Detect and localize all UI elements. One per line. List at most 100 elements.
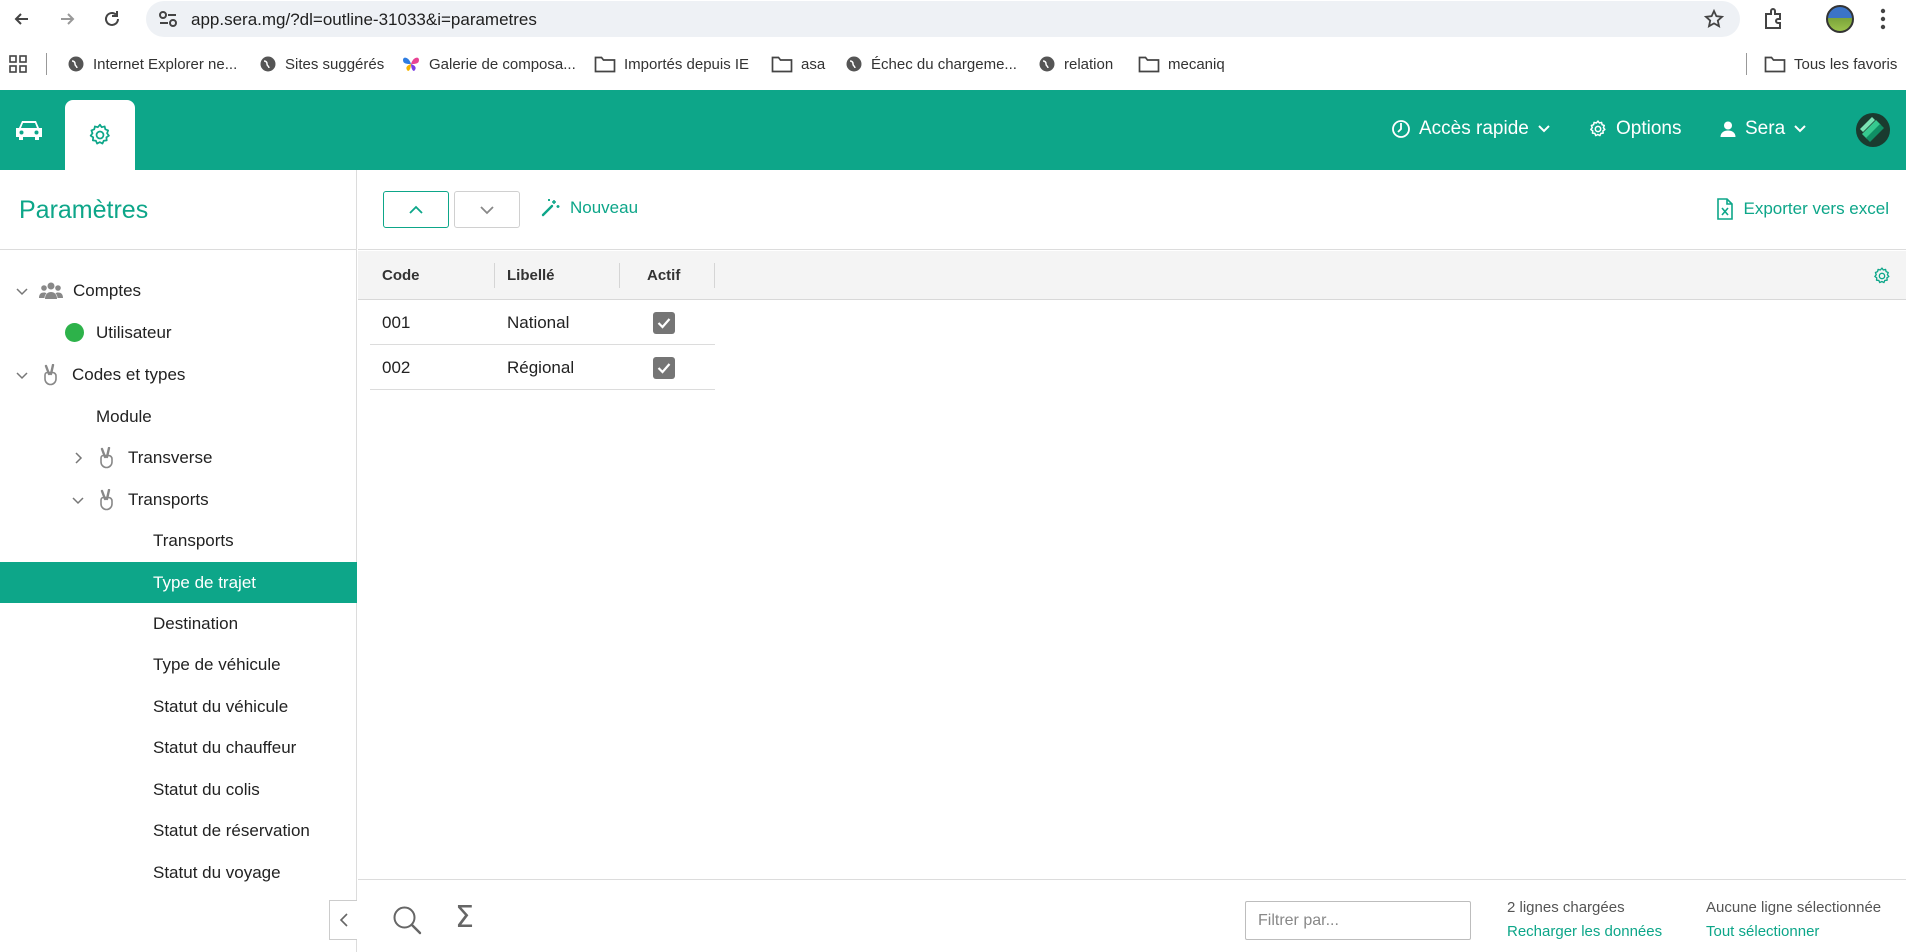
site-settings-icon[interactable]: [158, 10, 178, 28]
folder-icon: [771, 56, 793, 73]
column-header-libelle[interactable]: Libellé: [507, 251, 555, 300]
tree-node-destination[interactable]: Destination: [0, 603, 357, 644]
column-resizer[interactable]: [619, 263, 620, 288]
table-row[interactable]: 002 Régional: [370, 345, 715, 390]
bookmark-item[interactable]: relation: [1038, 53, 1113, 75]
move-down-button[interactable]: [454, 191, 520, 228]
cell-active: [653, 345, 675, 390]
bookmark-item[interactable]: Internet Explorer ne...: [67, 53, 237, 75]
user-menu[interactable]: Sera: [1719, 118, 1807, 140]
tree-node-transports[interactable]: Transports: [0, 520, 357, 561]
address-bar[interactable]: app.sera.mg/?dl=outline-31033&i=parametr…: [146, 1, 1740, 37]
cell-active: [653, 300, 675, 345]
peace-hand-icon: [44, 363, 57, 385]
butterfly-icon: [403, 57, 419, 71]
bookmark-item[interactable]: Sites suggérés: [259, 53, 384, 75]
chevron-up-icon: [409, 205, 423, 214]
extensions-icon[interactable]: [1760, 6, 1786, 32]
search-icon[interactable]: [392, 905, 422, 935]
url-text: app.sera.mg/?dl=outline-31033&i=parametr…: [191, 10, 537, 29]
check-icon: [657, 317, 671, 329]
move-up-button[interactable]: [383, 191, 449, 228]
collapse-sidebar-button[interactable]: [329, 900, 357, 940]
browser-toolbar: app.sera.mg/?dl=outline-31033&i=parametr…: [0, 0, 1906, 38]
active-checkbox[interactable]: [653, 356, 675, 379]
app-logo: [1856, 113, 1890, 147]
tree-node-transverse[interactable]: Transverse: [0, 437, 357, 478]
active-checkbox[interactable]: [653, 311, 675, 334]
chevron-down-icon: [1538, 125, 1550, 133]
column-resizer[interactable]: [494, 263, 495, 288]
users-icon: [39, 282, 63, 299]
sum-icon[interactable]: Σ: [455, 900, 474, 935]
sidebar: Paramètres Comptes Utilisateur Codes et …: [0, 170, 357, 952]
new-button[interactable]: Nouveau: [540, 198, 638, 218]
tree-node-type-de-trajet[interactable]: Type de trajet: [0, 562, 357, 603]
tree-node-module[interactable]: Module: [0, 396, 357, 437]
grid-settings-gear-icon[interactable]: [1872, 266, 1892, 286]
bookmarks-bar: Internet Explorer ne... Sites suggérés G…: [0, 38, 1906, 90]
chevron-down-icon: [480, 205, 494, 214]
table-row[interactable]: 001 National: [370, 300, 715, 345]
reload-data-link[interactable]: Recharger les données: [1507, 923, 1662, 940]
bookmark-folder[interactable]: Importés depuis IE: [594, 53, 749, 75]
excel-file-icon: [1716, 198, 1733, 220]
cell-label: Régional: [507, 357, 575, 377]
bookmarks-separator: [1746, 53, 1747, 75]
bookmark-star-icon[interactable]: [1704, 9, 1724, 29]
globe-icon: [260, 56, 276, 72]
tree-node-statut-du-chauffeur[interactable]: Statut du chauffeur: [0, 727, 357, 768]
filter-input[interactable]: [1245, 901, 1471, 940]
bookmark-item[interactable]: Échec du chargeme...: [845, 53, 1017, 75]
globe-icon: [1039, 56, 1055, 72]
compass-icon: [1392, 120, 1410, 138]
reload-icon: [105, 11, 119, 26]
apps-grid-icon[interactable]: [9, 55, 27, 73]
chevron-left-icon: [339, 913, 348, 927]
column-header-code[interactable]: Code: [382, 251, 420, 300]
chevron-down-icon[interactable]: [70, 492, 86, 508]
selection-status-text: Aucune ligne sélectionnée: [1706, 899, 1882, 916]
user-icon: [1720, 121, 1736, 137]
back-button[interactable]: [8, 5, 36, 33]
settings-tab[interactable]: [65, 100, 135, 170]
reload-button[interactable]: [98, 5, 126, 33]
tree-node-utilisateur[interactable]: Utilisateur: [0, 312, 357, 353]
main-toolbar: Nouveau Exporter vers excel: [358, 170, 1906, 250]
tree-node-statut-du-voyage[interactable]: Statut du voyage: [0, 852, 357, 893]
peace-hand-icon: [100, 446, 113, 468]
forward-button[interactable]: [53, 5, 81, 33]
tree-node-statut-de-reservation[interactable]: Statut de réservation: [0, 810, 357, 851]
column-header-actif[interactable]: Actif: [647, 251, 680, 300]
quick-access-menu[interactable]: Accès rapide: [1391, 118, 1551, 140]
tree-node-statut-du-colis[interactable]: Statut du colis: [0, 769, 357, 810]
cell-code: 001: [382, 312, 411, 332]
tree-node-comptes[interactable]: Comptes: [0, 270, 357, 311]
chevron-down-icon[interactable]: [14, 367, 30, 383]
profile-avatar[interactable]: [1826, 5, 1854, 33]
tree-node-codes-et-types[interactable]: Codes et types: [0, 354, 357, 395]
globe-icon: [846, 56, 862, 72]
tree-node-transports-group[interactable]: Transports: [0, 479, 357, 520]
export-excel-button[interactable]: Exporter vers excel: [1716, 198, 1889, 220]
check-icon: [657, 362, 671, 374]
bookmark-folder[interactable]: mecaniq: [1138, 53, 1225, 75]
tree-node-type-de-vehicule[interactable]: Type de véhicule: [0, 644, 357, 685]
transport-module-button[interactable]: [0, 90, 58, 170]
divider: [0, 249, 357, 250]
peace-hand-icon: [100, 488, 113, 510]
more-options-icon[interactable]: [1880, 8, 1886, 30]
select-all-link[interactable]: Tout sélectionner: [1706, 923, 1819, 940]
bookmarks-separator: [46, 53, 47, 75]
grid-header: Code Libellé Actif: [358, 251, 1906, 300]
column-resizer[interactable]: [714, 263, 715, 288]
tree-node-statut-du-vehicule[interactable]: Statut du véhicule: [0, 686, 357, 727]
options-menu[interactable]: Options: [1588, 118, 1681, 140]
chevron-right-icon[interactable]: [70, 450, 86, 466]
bookmark-item[interactable]: Galerie de composa...: [401, 53, 576, 75]
status-dot-icon: [65, 323, 84, 342]
all-bookmarks-folder[interactable]: Tous les favoris: [1764, 53, 1897, 75]
bookmark-folder[interactable]: asa: [771, 53, 825, 75]
chevron-down-icon[interactable]: [14, 283, 30, 299]
car-icon: [16, 121, 42, 140]
